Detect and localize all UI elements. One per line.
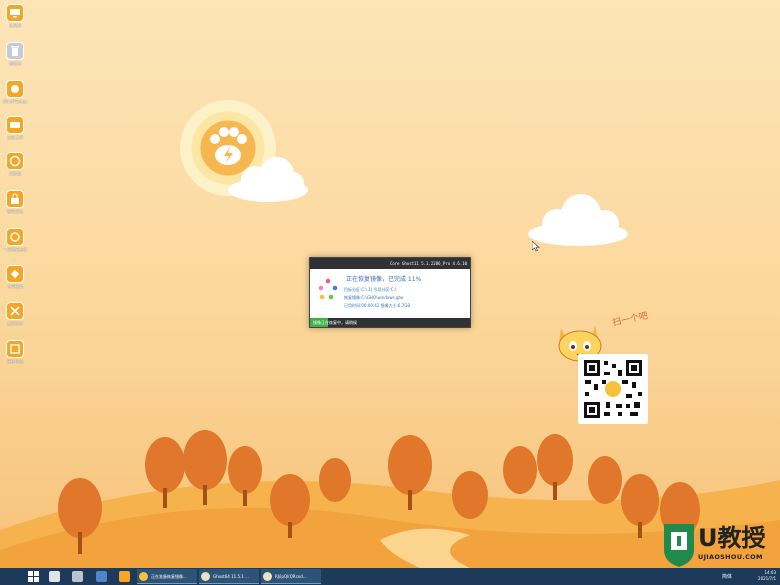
ghost-image-path: 恢复镜像:C:\GHO\windows.gho bbox=[344, 295, 404, 300]
start-button[interactable] bbox=[28, 571, 39, 584]
recycle-bin-icon bbox=[6, 42, 24, 60]
desktop-icon-password[interactable]: 密码清除 bbox=[2, 190, 28, 222]
setup-icon bbox=[6, 80, 24, 98]
task-qrcode[interactable]: RJ/ipQl(QRcod... bbox=[261, 569, 321, 584]
ghost-elapsed-size: 已用时间:00:00:42 镜像大小:6.7GB bbox=[344, 303, 411, 308]
task-app-icon bbox=[139, 572, 148, 581]
tools-icon bbox=[6, 302, 24, 320]
disk-quicklaunch-icon[interactable] bbox=[72, 571, 83, 582]
ghost-progress-heading: 正在恢复镜像，已完成 11% bbox=[346, 276, 422, 283]
desktop-icon-winntsetup[interactable]: WinNTSetup bbox=[2, 80, 28, 112]
desktop-icon-recycle-bin[interactable]: 回收站 bbox=[2, 42, 28, 74]
cloud-2 bbox=[528, 194, 628, 246]
desktop-icon-partition[interactable]: 分区工具 bbox=[2, 116, 28, 148]
globe-icon bbox=[6, 152, 24, 170]
tray-clock[interactable]: 14:03 2021/7/1 bbox=[758, 570, 776, 582]
qr-code bbox=[578, 354, 648, 424]
qr-code-icon bbox=[584, 360, 642, 418]
ghost-statusbar: 镜像正在恢复中，请稍候 bbox=[310, 318, 470, 327]
task-ghost64[interactable]: Ghost64 11.5.1 ... bbox=[199, 569, 259, 584]
desktop-icon-boot-repair[interactable]: 引导修复 bbox=[2, 265, 28, 297]
disk-icon bbox=[6, 116, 24, 134]
clock-date: 2021/7/1 bbox=[758, 576, 776, 581]
brand-url: UJIAOSHOU.COM bbox=[698, 553, 763, 561]
brand-name: U教授 bbox=[698, 524, 766, 552]
ghost-status-text: 镜像正在恢复中，请稍候 bbox=[313, 320, 357, 325]
computer-icon bbox=[6, 4, 24, 22]
task-preparing-restore[interactable]: 正在准备恢复镜像... bbox=[137, 569, 197, 584]
ghost-target-partition: 目标分区:C:\ 1) 引导分区:C:\ bbox=[344, 287, 397, 292]
tray-ime[interactable]: 简体 bbox=[722, 573, 732, 580]
shield-logo-icon bbox=[664, 524, 694, 567]
restore-icon bbox=[6, 228, 24, 246]
keyboard-quicklaunch-icon[interactable] bbox=[49, 571, 60, 582]
ghost-task-icon bbox=[201, 572, 210, 581]
ghost-logo-icon bbox=[318, 278, 338, 300]
hardware-icon bbox=[6, 340, 24, 358]
taskbar: 正在准备恢复镜像... Ghost64 11.5.1 ... RJ/ipQl(Q… bbox=[0, 568, 780, 585]
tool-quicklaunch-icon[interactable] bbox=[119, 571, 130, 582]
ghost-titlebar: Core Ghost11 5.1.2286_Pro 4.6.10 bbox=[310, 258, 470, 269]
explorer-quicklaunch-icon[interactable] bbox=[96, 571, 107, 582]
desktop: 此电脑 回收站 WinNTSetup 分区工具 浏览器 密码清除 一键恢复系统 … bbox=[0, 0, 780, 568]
desktop-icon-maintenance[interactable]: 系统维护 bbox=[2, 302, 28, 334]
ujiaoshou-watermark: U教授 UJIAOSHOU.COM bbox=[660, 520, 780, 568]
qrcode-task-icon bbox=[263, 572, 272, 581]
ghost-restore-window[interactable]: Core Ghost11 5.1.2286_Pro 4.6.10 正在恢复镜像，… bbox=[309, 257, 471, 328]
lock-icon bbox=[6, 190, 24, 208]
desktop-icon-browser[interactable]: 浏览器 bbox=[2, 152, 28, 184]
repair-icon bbox=[6, 265, 24, 283]
mouse-cursor-icon bbox=[532, 241, 540, 252]
ghost-body: 正在恢复镜像，已完成 11% 目标分区:C:\ 1) 引导分区:C:\ 恢复镜像… bbox=[310, 269, 470, 318]
cloud-1 bbox=[228, 157, 308, 202]
desktop-icon-hardware[interactable]: 硬件检测 bbox=[2, 340, 28, 372]
desktop-icon-computer[interactable]: 此电脑 bbox=[2, 4, 28, 36]
qr-caption: 扫一个吧 bbox=[611, 311, 649, 329]
desktop-icon-restore[interactable]: 一键恢复系统 bbox=[2, 228, 28, 260]
